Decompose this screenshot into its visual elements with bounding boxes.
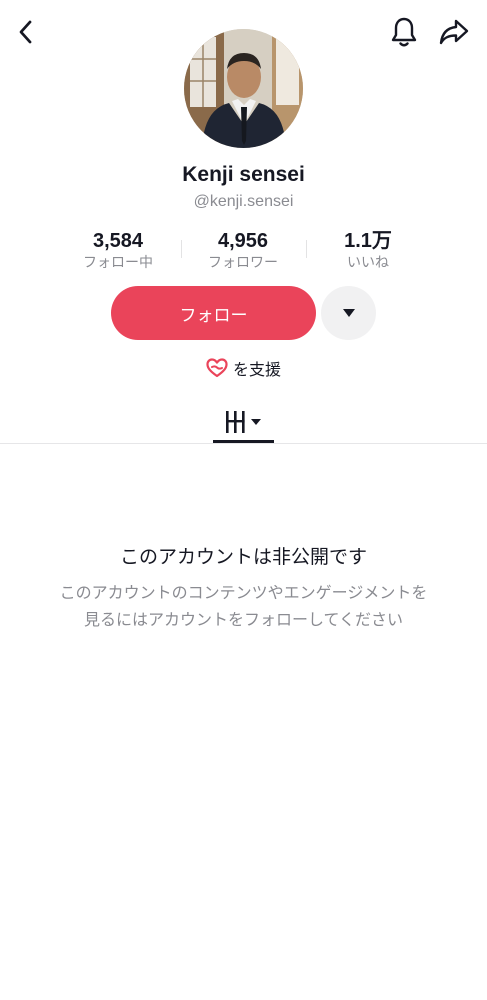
stat-likes[interactable]: 1.1万 いいね (308, 228, 428, 272)
stat-value: 3,584 (92, 230, 144, 252)
stat-following[interactable]: 3,584 フォロー中 (58, 228, 178, 272)
tab-videos[interactable] (213, 400, 274, 444)
stat-value: 1.1万 (344, 230, 392, 252)
avatar (184, 29, 303, 148)
private-account-description: このアカウントのコンテンツやエンゲージメントを 見るにはアカウントをフォローして… (0, 579, 487, 633)
stats-row: 3,584 フォロー中 4,956 フォロワー 1.1万 いいね (0, 228, 487, 278)
follow-button[interactable]: フォロー (111, 286, 316, 340)
more-options-button[interactable] (321, 286, 376, 340)
private-account-title: このアカウントは非公開です (119, 546, 367, 568)
active-tab-indicator (213, 440, 274, 443)
username: @kenji.sensei (193, 193, 294, 210)
heart-hands-icon (206, 358, 228, 378)
bell-icon (391, 17, 417, 47)
support-label: を支援 (232, 360, 281, 379)
stat-divider (306, 240, 307, 258)
share-button[interactable] (434, 12, 474, 52)
grid-bars-icon (225, 411, 261, 433)
stat-divider (181, 240, 182, 258)
content-tab-bar (0, 400, 487, 444)
chevron-left-icon (19, 20, 32, 44)
caret-down-icon (342, 309, 355, 317)
description-line: 見るにはアカウントをフォローしてください (83, 610, 404, 629)
stat-label: いいね (347, 255, 389, 271)
support-button[interactable]: を支援 (0, 356, 487, 380)
stat-value: 4,956 (217, 230, 269, 252)
back-button[interactable] (10, 14, 42, 50)
stat-followers[interactable]: 4,956 フォロワー (183, 228, 303, 272)
share-arrow-icon (439, 19, 469, 45)
description-line: このアカウントのコンテンツやエンゲージメントを (59, 583, 428, 602)
display-name: Kenji sensei (182, 163, 305, 186)
stat-label: フォロー中 (83, 255, 153, 271)
notification-button[interactable] (386, 12, 422, 52)
stat-label: フォロワー (208, 255, 278, 271)
